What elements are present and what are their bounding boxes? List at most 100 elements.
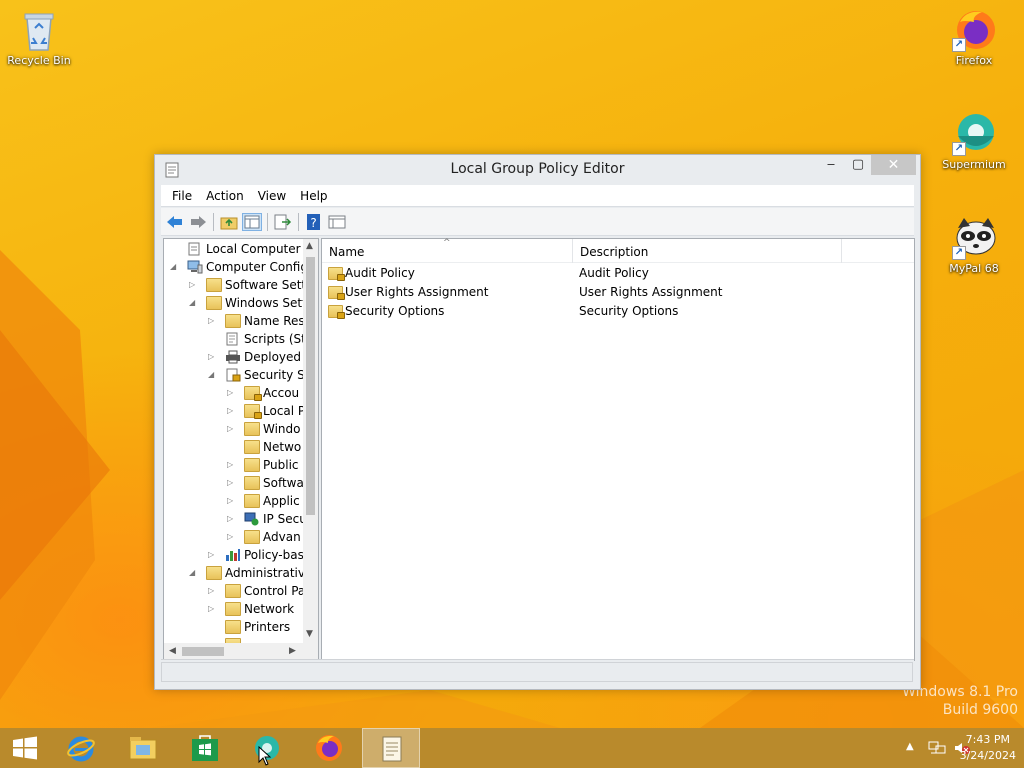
- mypal-raccoon-icon: ↗: [952, 216, 996, 260]
- tree-item-label: Printers: [244, 620, 291, 634]
- tree-item-label: Local P: [263, 404, 306, 418]
- tree-item-label: Policy-bas: [244, 548, 304, 562]
- clock[interactable]: 7:43 PM 3/24/2024: [960, 732, 1016, 764]
- tree-item[interactable]: ▷ IP Secu: [164, 510, 309, 528]
- tree-item[interactable]: ▷ Windo: [164, 420, 309, 438]
- column-headers: Name ^ Description: [322, 238, 914, 263]
- expanded-arrow-icon[interactable]: ◢: [189, 564, 199, 582]
- group-policy-editor-window[interactable]: Local Group Policy Editor ‒ ▢ ✕ File Acti…: [154, 154, 921, 690]
- folder-icon: [244, 476, 260, 490]
- firefox-icon: [316, 735, 342, 761]
- desktop-icon-firefox[interactable]: ↗ Firefox: [934, 8, 1014, 67]
- collapsed-arrow-icon[interactable]: ▷: [227, 474, 237, 492]
- close-button[interactable]: ✕: [871, 155, 916, 175]
- tree-item[interactable]: ▷ Local P: [164, 402, 309, 420]
- scroll-thumb[interactable]: [182, 647, 224, 656]
- tree-item-label: Administrative: [225, 566, 313, 580]
- tree-item[interactable]: ▷ Policy-bas: [164, 546, 309, 564]
- properties-icon[interactable]: [327, 213, 347, 231]
- tree-item[interactable]: ▷ Name Res: [164, 312, 309, 330]
- expanded-arrow-icon[interactable]: ◢: [170, 258, 180, 276]
- list-item[interactable]: Audit Policy Audit Policy: [322, 264, 914, 283]
- collapsed-arrow-icon[interactable]: ▷: [208, 312, 218, 330]
- scroll-right-arrow-icon[interactable]: ▶: [289, 646, 296, 656]
- collapsed-arrow-icon[interactable]: ▷: [227, 528, 237, 546]
- back-arrow-icon[interactable]: [165, 213, 185, 231]
- desktop-icon-supermium[interactable]: ↗ Supermium: [934, 112, 1014, 171]
- tree-item-label: Windows Sett: [225, 296, 307, 310]
- maximize-button[interactable]: ▢: [844, 155, 872, 175]
- desktop-icon-recycle-bin[interactable]: Recycle Bin: [0, 8, 79, 67]
- title-bar[interactable]: Local Group Policy Editor ‒ ▢ ✕: [155, 155, 920, 185]
- collapsed-arrow-icon[interactable]: ▷: [208, 546, 218, 564]
- tree-item[interactable]: ▷ Advan: [164, 528, 309, 546]
- tree-vertical-scrollbar[interactable]: ▲ ▼: [303, 239, 318, 644]
- tree-item[interactable]: ▷ Softwa: [164, 474, 309, 492]
- taskbar-group-policy-editor[interactable]: [362, 728, 420, 768]
- expanded-arrow-icon[interactable]: ◢: [189, 294, 199, 312]
- tree-item-label: Computer Config: [206, 260, 308, 274]
- menu-view[interactable]: View: [251, 185, 293, 203]
- folder-icon: [206, 296, 222, 310]
- export-list-icon[interactable]: [273, 213, 293, 231]
- tree-item[interactable]: ▷ Public: [164, 456, 309, 474]
- taskbar-store[interactable]: [176, 728, 234, 768]
- tree-item[interactable]: ◢ Security Se: [164, 366, 312, 384]
- collapsed-arrow-icon[interactable]: ▷: [227, 384, 237, 402]
- tree-item[interactable]: Local Computer Polic: [164, 240, 318, 258]
- folder-icon: [225, 620, 241, 634]
- tree-item[interactable]: ▷ Accou: [164, 384, 309, 402]
- list-item[interactable]: Security Options Security Options: [322, 302, 914, 321]
- tree-item[interactable]: ▷ Software Setti: [164, 276, 309, 294]
- taskbar-file-explorer[interactable]: [114, 728, 172, 768]
- up-folder-icon[interactable]: [219, 213, 239, 231]
- folder-icon: [225, 314, 241, 328]
- collapsed-arrow-icon[interactable]: ▷: [208, 582, 218, 600]
- tree-item[interactable]: ◢ Windows Sett: [164, 294, 309, 312]
- collapsed-arrow-icon[interactable]: ▷: [227, 510, 237, 528]
- collapsed-arrow-icon[interactable]: ▷: [227, 456, 237, 474]
- taskbar-supermium[interactable]: [238, 728, 296, 768]
- tree-item[interactable]: Printers: [164, 618, 309, 636]
- scroll-up-arrow-icon[interactable]: ▲: [306, 241, 313, 251]
- scroll-thumb[interactable]: [306, 257, 315, 515]
- show-hidden-icons-chevron-icon[interactable]: ▲: [906, 741, 914, 752]
- tree-item[interactable]: ◢ Administrative: [164, 564, 313, 582]
- tree-item[interactable]: Netwo: [164, 438, 309, 456]
- list-item[interactable]: User Rights Assignment User Rights Assign…: [322, 283, 914, 302]
- desktop-icon-mypal[interactable]: ↗ MyPal 68: [934, 216, 1014, 275]
- menu-action[interactable]: Action: [199, 185, 251, 203]
- help-icon[interactable]: ?: [304, 213, 324, 231]
- locked-folder-icon: [328, 267, 345, 281]
- tree-item[interactable]: ▷ Control Pa: [164, 582, 309, 600]
- expanded-arrow-icon[interactable]: ◢: [208, 366, 218, 384]
- details-pane[interactable]: Name ^ Description Audit Policy Audit Pol…: [321, 238, 915, 661]
- tree-item[interactable]: ▷ Applic: [164, 492, 309, 510]
- list-item-description: User Rights Assignment: [579, 285, 723, 299]
- tree-item[interactable]: ◢ Computer Config: [164, 258, 309, 276]
- collapsed-arrow-icon[interactable]: ▷: [227, 402, 237, 420]
- menu-help[interactable]: Help: [293, 185, 334, 203]
- collapsed-arrow-icon[interactable]: ▷: [227, 420, 237, 438]
- start-button[interactable]: [0, 728, 50, 768]
- show-hide-tree-icon[interactable]: [242, 213, 262, 231]
- scroll-down-arrow-icon[interactable]: ▼: [306, 629, 313, 639]
- tree-item[interactable]: Scripts (Sta: [164, 330, 313, 348]
- network-icon[interactable]: [928, 740, 946, 756]
- forward-arrow-icon[interactable]: [188, 213, 208, 231]
- collapsed-arrow-icon[interactable]: ▷: [208, 600, 218, 618]
- menu-file[interactable]: File: [161, 185, 199, 203]
- console-tree[interactable]: Local Computer Polic◢Computer Config▷Sof…: [163, 238, 319, 661]
- taskbar-internet-explorer[interactable]: [52, 728, 110, 768]
- tree-item-label: Network: [244, 602, 295, 616]
- collapsed-arrow-icon[interactable]: ▷: [189, 276, 199, 294]
- tree-item[interactable]: ▷ Deployed: [164, 348, 309, 366]
- collapsed-arrow-icon[interactable]: ▷: [208, 348, 218, 366]
- tree-item[interactable]: ▷ Network: [164, 600, 309, 618]
- minimize-button[interactable]: ‒: [817, 155, 845, 175]
- scroll-left-arrow-icon[interactable]: ◀: [169, 646, 176, 656]
- collapsed-arrow-icon[interactable]: ▷: [227, 492, 237, 510]
- tree-horizontal-scrollbar[interactable]: ◀ ▶: [164, 643, 318, 660]
- column-header-description[interactable]: Description: [573, 239, 842, 263]
- taskbar-firefox[interactable]: [300, 728, 358, 768]
